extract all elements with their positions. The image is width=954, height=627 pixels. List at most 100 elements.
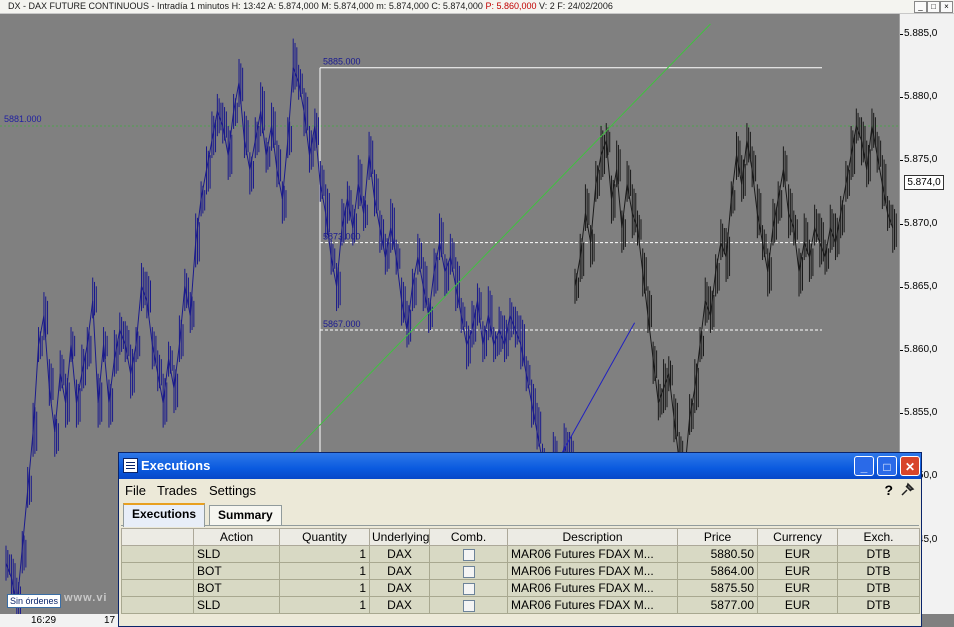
column-header-action[interactable]: Action — [193, 528, 280, 546]
reference-line-label: 5881.000 — [4, 114, 42, 124]
action-cell: BOT — [193, 579, 280, 597]
column-header-currency[interactable]: Currency — [757, 528, 838, 546]
exch-cell: DTB — [837, 545, 920, 563]
comb-cell — [429, 562, 508, 580]
currency-cell: EUR — [757, 562, 838, 580]
row-selector-cell — [121, 596, 194, 614]
column-header-comb[interactable]: Comb. — [429, 528, 508, 546]
pin-icon[interactable] — [899, 482, 915, 498]
open-label: A: — [267, 1, 277, 11]
action-cell: BOT — [193, 562, 280, 580]
chart-titlebar: DX - DAX FUTURE CONTINUOUS - Intradía 1 … — [0, 0, 954, 14]
underlying-cell: DAX — [369, 545, 430, 563]
comb-checkbox[interactable] — [462, 565, 475, 578]
y-tick-label: 5.870,0 — [899, 217, 938, 229]
comb-checkbox[interactable] — [462, 599, 475, 612]
quantity-cell: 1 — [279, 545, 370, 563]
menu-bar: File Trades Settings ? — [119, 479, 921, 501]
menu-file[interactable]: File — [125, 483, 146, 498]
quantity-cell: 1 — [279, 596, 370, 614]
description-cell: MAR06 Futures FDAX M... — [507, 545, 678, 563]
exch-cell: DTB — [837, 579, 920, 597]
orders-status-badge[interactable]: Sin órdenes — [7, 594, 62, 608]
table-header-row: Action Quantity Underlying Comb. Descrip… — [121, 528, 920, 546]
price-cell: 5864.00 — [677, 562, 758, 580]
low-value: 5.874,000 — [388, 1, 429, 11]
table-row[interactable]: BOT 1 DAX MAR06 Futures FDAX M... 5864.00 EUR… — [121, 562, 920, 580]
row-selector-cell — [121, 579, 194, 597]
window-list-icon — [123, 458, 138, 473]
table-row[interactable]: SLD 1 DAX MAR06 Futures FDAX M... 5877.00 EUR… — [121, 596, 920, 614]
description-cell: MAR06 Futures FDAX M... — [507, 596, 678, 614]
action-cell: SLD — [193, 545, 280, 563]
prev-value: 5.860,000 — [496, 1, 537, 11]
date-value: 24/02/2006 — [567, 1, 613, 11]
x-tick-label: 16:29 — [31, 615, 57, 626]
table-row[interactable]: SLD 1 DAX MAR06 Futures FDAX M... 5880.50 EUR… — [121, 545, 920, 563]
column-header[interactable] — [121, 528, 194, 546]
action-cell: SLD — [193, 596, 280, 614]
quantity-cell: 1 — [279, 579, 370, 597]
executions-window: Executions _ □ ✕ File Trades Settings ? … — [118, 452, 922, 627]
chart-title-info: DX - DAX FUTURE CONTINUOUS - Intradía 1 … — [8, 0, 613, 13]
table-row[interactable]: BOT 1 DAX MAR06 Futures FDAX M... 5875.50 EUR… — [121, 579, 920, 597]
description-cell: MAR06 Futures FDAX M... — [507, 579, 678, 597]
comb-cell — [429, 579, 508, 597]
watermark: www.vi — [64, 592, 108, 604]
chart-maximize-button[interactable]: □ — [927, 1, 940, 13]
close-button[interactable]: ✕ — [900, 456, 920, 476]
time-axis: 16:29 17 — [0, 614, 120, 627]
chart-title: DX - DAX FUTURE CONTINUOUS - Intradía 1 … — [8, 1, 230, 11]
open-value: 5.874,000 — [278, 1, 319, 11]
row-selector-cell — [121, 545, 194, 563]
y-tick-label: 5.875,0 — [899, 154, 938, 166]
current-price-marker: 5.874,0 — [904, 175, 944, 190]
volume-label: V: — [539, 1, 548, 11]
close-label: C: — [431, 1, 441, 11]
executions-table-body: SLD 1 DAX MAR06 Futures FDAX M... 5880.50 EUR… — [121, 545, 920, 614]
high-value: 5.874,000 — [333, 1, 374, 11]
underlying-cell: DAX — [369, 579, 430, 597]
time-value: 13:42 — [243, 1, 266, 11]
column-header-exch[interactable]: Exch. — [837, 528, 920, 546]
close-value: 5.874,000 — [442, 1, 483, 11]
low-label: m: — [376, 1, 387, 11]
tab-bar: Executions Summary — [121, 503, 919, 527]
chart-close-button[interactable]: × — [940, 1, 953, 13]
executions-titlebar[interactable]: Executions _ □ ✕ — [119, 453, 921, 479]
pin-icon-graphic — [901, 482, 915, 496]
currency-cell: EUR — [757, 579, 838, 597]
minimize-button[interactable]: _ — [854, 456, 874, 476]
retracement-level-label: 5867.000 — [323, 319, 361, 329]
y-tick-label: 5.855,0 — [899, 407, 938, 419]
underlying-cell: DAX — [369, 596, 430, 614]
x-tick-label: 17 — [104, 615, 116, 626]
row-selector-cell — [121, 562, 194, 580]
time-label: H: — [231, 1, 241, 11]
date-label: F: — [557, 1, 566, 11]
comb-checkbox[interactable] — [462, 582, 475, 595]
prev-label: P: — [485, 1, 494, 11]
y-tick-label: 5.865,0 — [899, 280, 938, 292]
comb-cell — [429, 545, 508, 563]
column-header-underlying[interactable]: Underlying — [369, 528, 430, 546]
help-icon[interactable]: ? — [884, 482, 893, 498]
tab-executions[interactable]: Executions — [123, 503, 206, 527]
volume-value: 2 — [549, 1, 555, 11]
column-header-price[interactable]: Price — [677, 528, 758, 546]
underlying-cell: DAX — [369, 562, 430, 580]
y-tick-label: 5.885,0 — [899, 28, 938, 39]
menu-settings[interactable]: Settings — [209, 483, 256, 498]
column-header-description[interactable]: Description — [507, 528, 678, 546]
maximize-button[interactable]: □ — [877, 456, 897, 476]
tab-summary[interactable]: Summary — [209, 505, 282, 525]
currency-cell: EUR — [757, 545, 838, 563]
column-header-quantity[interactable]: Quantity — [279, 528, 370, 546]
chart-minimize-button[interactable]: _ — [914, 1, 927, 13]
price-series-line — [574, 124, 894, 476]
menu-trades[interactable]: Trades — [157, 483, 197, 498]
currency-cell: EUR — [757, 596, 838, 614]
y-tick-label: 5.880,0 — [899, 91, 938, 103]
description-cell: MAR06 Futures FDAX M... — [507, 562, 678, 580]
comb-checkbox[interactable] — [462, 548, 475, 561]
